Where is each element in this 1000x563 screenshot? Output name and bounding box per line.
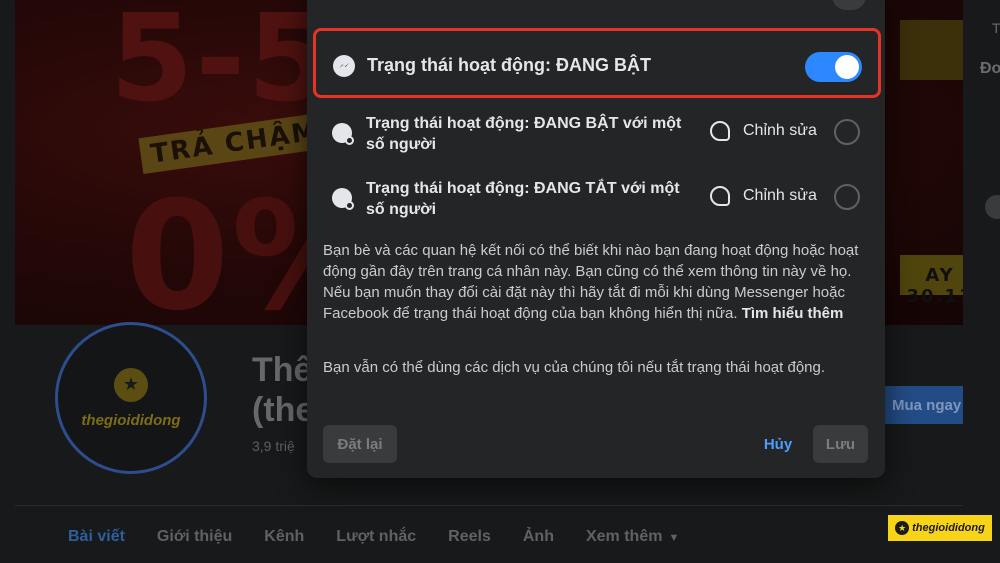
tab-more[interactable]: Xem thêm ▼ xyxy=(586,528,679,546)
tab-photos[interactable]: Ảnh xyxy=(523,528,554,546)
tabs-divider xyxy=(15,505,963,506)
watermark-text: thegioididong xyxy=(912,522,985,534)
page-follower-count: 3,9 triệ xyxy=(252,438,295,454)
tab-mentions[interactable]: Lượt nhắc xyxy=(336,528,416,546)
edit-on-for-some-button[interactable]: Chỉnh sửa xyxy=(710,121,817,141)
reset-button[interactable]: Đặt lại xyxy=(323,425,397,463)
right-edge-text: Đo xyxy=(980,60,1000,77)
messenger-chat-icon[interactable] xyxy=(985,195,1000,219)
tab-reels[interactable]: Reels xyxy=(448,528,491,546)
option-on-radio[interactable] xyxy=(834,119,860,145)
buy-now-button[interactable]: Mua ngay xyxy=(880,386,963,424)
cancel-button[interactable]: Hủy xyxy=(758,425,798,463)
active-status-main-row: Trạng thái hoạt động: ĐANG BẬT xyxy=(313,28,881,98)
right-edge-text-top: T xyxy=(992,20,1000,36)
active-status-toggle[interactable] xyxy=(805,52,862,82)
running-man-logo-icon: ★ xyxy=(114,367,148,402)
edit-off-for-some-button[interactable]: Chỉnh sửa xyxy=(710,186,817,206)
messenger-icon xyxy=(333,55,355,77)
tab-more-label: Xem thêm xyxy=(585,528,663,545)
active-status-description: Bạn bè và các quan hệ kết nối có thể biế… xyxy=(323,240,863,324)
option-off-label: Trạng thái hoạt động: ĐANG TẮT với một s… xyxy=(366,180,680,218)
active-status-label: Trạng thái hoạt động: ĐANG BẬT xyxy=(367,55,651,75)
page-tabs: Bài viết Giới thiệu Kênh Lượt nhắc Reels… xyxy=(68,528,711,546)
toggle-knob xyxy=(835,55,859,79)
page-title: Thê (the xyxy=(252,351,315,429)
watermark-logo: ★ thegioididong xyxy=(888,515,992,541)
option-on-label: Trạng thái hoạt động: ĐANG BẬT với một s… xyxy=(366,115,682,153)
save-button[interactable]: Lưu xyxy=(813,425,868,463)
caret-down-icon: ▼ xyxy=(668,532,680,544)
tab-posts[interactable]: Bài viết xyxy=(68,528,125,546)
status-some-on-icon xyxy=(332,123,354,145)
edit-label: Chỉnh sửa xyxy=(743,122,817,139)
status-some-off-icon xyxy=(332,188,354,210)
edit-label: Chỉnh sửa xyxy=(743,187,817,204)
edit-icon xyxy=(710,186,730,206)
active-status-note: Bạn vẫn có thể dùng các dịch vụ của chún… xyxy=(323,359,826,376)
watermark-icon: ★ xyxy=(895,521,910,535)
page-avatar[interactable]: ★ thegioididong xyxy=(55,322,207,474)
edit-icon xyxy=(710,121,730,141)
option-off-radio[interactable] xyxy=(834,184,860,210)
avatar-logo-text: thegioididong xyxy=(81,411,181,429)
tab-channels[interactable]: Kênh xyxy=(264,528,304,546)
learn-more-link[interactable]: Tìm hiểu thêm xyxy=(742,305,844,322)
tab-about[interactable]: Giới thiệu xyxy=(157,528,232,546)
